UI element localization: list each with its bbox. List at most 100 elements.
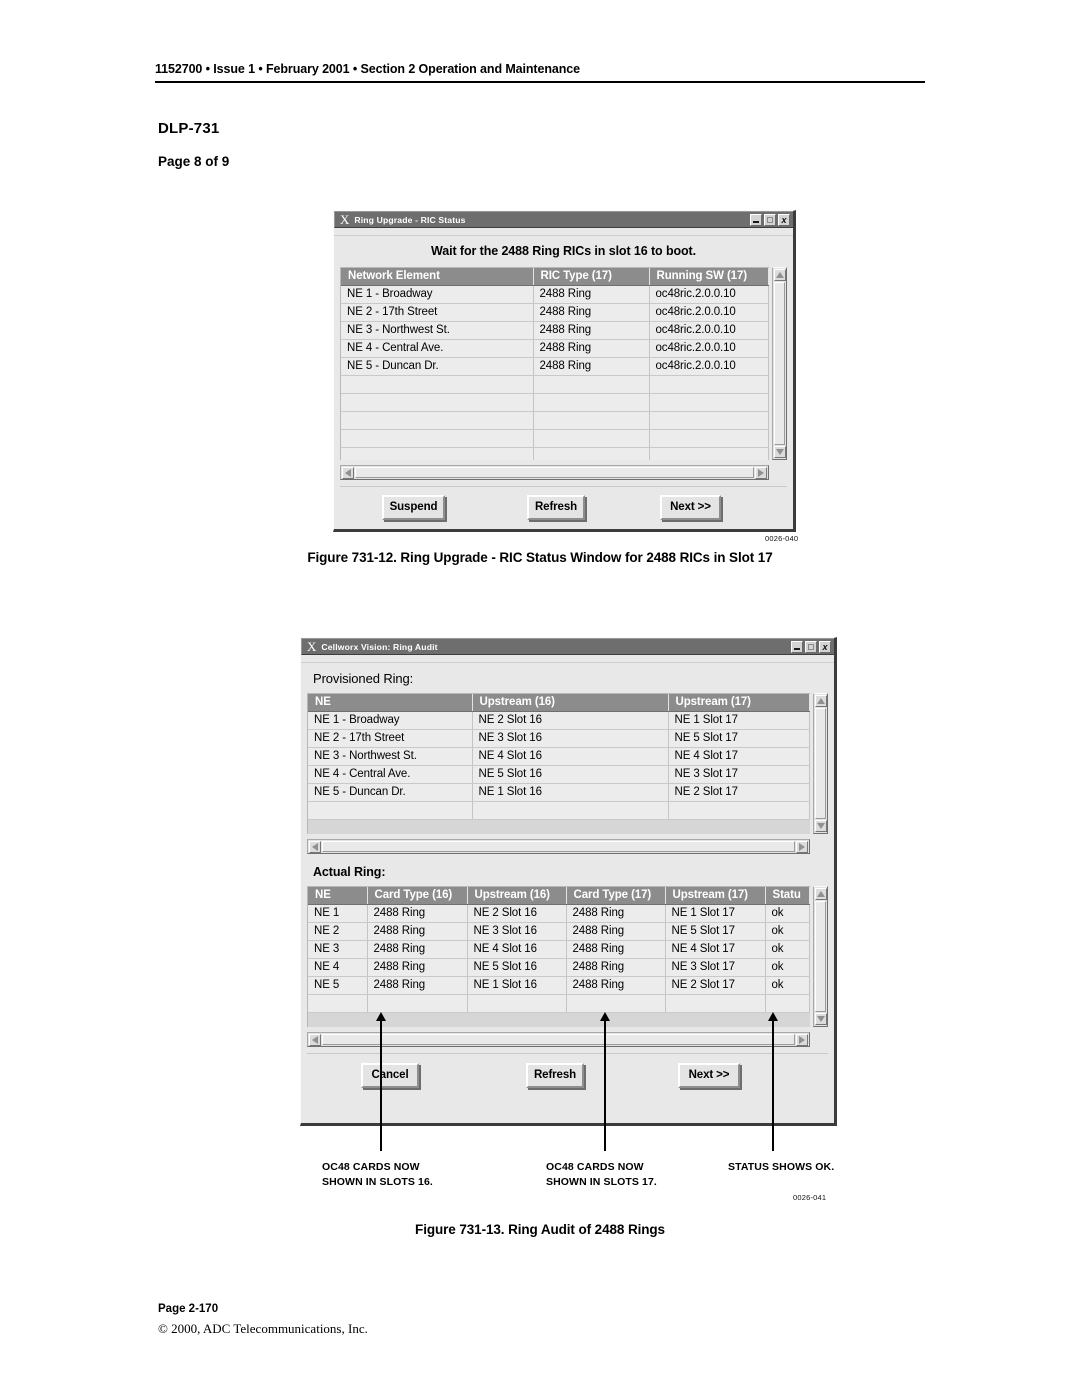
table-row[interactable]: NE 4 2488 Ring NE 5 Slot 16 2488 Ring NE 3 S… (308, 958, 810, 977)
table-row[interactable]: NE 1 2488 Ring NE 2 Slot 16 2488 Ring NE 1 S… (308, 904, 810, 923)
table-row[interactable]: NE 4 - Central Ave. NE 5 Slot 16 NE 3 Slot… (308, 765, 810, 784)
actual-ring-label: Actual Ring: (313, 865, 386, 879)
minimize-button[interactable] (791, 641, 803, 653)
window-titlebar[interactable]: X Ring Upgrade - RIC Status x (334, 211, 793, 228)
table-row[interactable]: NE 5 - Duncan Dr. NE 1 Slot 16 NE 2 Slot 1… (308, 783, 810, 802)
x-window-icon: X (340, 211, 350, 227)
minimize-button[interactable] (750, 214, 762, 226)
horizontal-scrollbar[interactable] (307, 839, 810, 854)
column-header-card-type-17[interactable]: Card Type (17) (566, 887, 666, 905)
chevron-up-icon (816, 698, 825, 704)
table-row[interactable]: NE 2 - 17th Street NE 3 Slot 16 NE 5 Slot … (308, 729, 810, 748)
table-row[interactable]: NE 5 2488 Ring NE 1 Slot 16 2488 Ring NE 2 S… (308, 976, 810, 995)
scrollbar-thumb[interactable] (355, 467, 754, 478)
scrollbar-thumb[interactable] (815, 901, 826, 1012)
table-row[interactable]: NE 1 - Broadway NE 2 Slot 16 NE 1 Slot 17 (308, 711, 810, 730)
table-row-empty[interactable] (341, 411, 769, 430)
scroll-up-button[interactable] (814, 695, 827, 707)
vertical-scrollbar[interactable] (813, 886, 828, 1027)
column-header-card-type-16[interactable]: Card Type (16) (367, 887, 468, 905)
column-header-upstream-16[interactable]: Upstream (16) (472, 694, 669, 712)
table-row-empty[interactable] (341, 375, 769, 394)
minimize-icon (794, 648, 800, 650)
suspend-button[interactable]: Suspend (382, 495, 445, 520)
refresh-button[interactable]: Refresh (526, 1063, 584, 1088)
table-row-empty[interactable] (341, 393, 769, 412)
cell-ne: NE 2 (308, 922, 368, 941)
table-row[interactable]: NE 1 - Broadway 2488 Ring oc48ric.2.0.0.10 (341, 285, 769, 304)
cell-running-sw: oc48ric.2.0.0.10 (649, 303, 769, 322)
scroll-left-button[interactable] (309, 1033, 321, 1046)
table-row-empty[interactable] (308, 801, 810, 820)
cell-status: ok (765, 940, 810, 959)
table-row-empty[interactable] (341, 447, 769, 460)
callout-line-1: STATUS SHOWS OK. (728, 1161, 835, 1173)
cell-upstream-16: NE 4 Slot 16 (472, 747, 669, 766)
column-header-ric-type[interactable]: RIC Type (17) (533, 268, 650, 286)
cell-upstream-16: NE 3 Slot 16 (472, 729, 669, 748)
cell-ne: NE 5 - Duncan Dr. (308, 783, 473, 802)
table-header-row: Network Element RIC Type (17) Running SW… (341, 268, 769, 286)
scroll-up-button[interactable] (773, 269, 786, 281)
column-header-upstream-16[interactable]: Upstream (16) (467, 887, 567, 905)
cell-card-type-17: 2488 Ring (566, 922, 666, 941)
callout-line-status (772, 1021, 774, 1151)
chevron-left-icon (345, 468, 351, 477)
vertical-scrollbar[interactable] (772, 267, 787, 460)
scroll-left-button[interactable] (342, 466, 354, 479)
column-header-ne[interactable]: NE (308, 887, 368, 905)
table-row[interactable]: NE 5 - Duncan Dr. 2488 Ring oc48ric.2.0.0.… (341, 357, 769, 376)
callout-text-slot17: OC48 CARDS NOW SHOWN IN SLOTS 17. (546, 1160, 657, 1190)
scroll-right-button[interactable] (796, 1033, 808, 1046)
next-button[interactable]: Next >> (678, 1063, 740, 1088)
table-row[interactable]: NE 3 - Northwest St. NE 4 Slot 16 NE 4 Slo… (308, 747, 810, 766)
figure-id: 0026-040 (765, 534, 799, 543)
provisioned-ring-table: NE Upstream (16) Upstream (17) NE 1 - Br… (308, 694, 810, 820)
cancel-button[interactable]: Cancel (361, 1063, 419, 1088)
table-row-empty[interactable] (341, 429, 769, 448)
scroll-down-button[interactable] (814, 820, 827, 832)
column-header-upstream-17[interactable]: Upstream (17) (665, 887, 766, 905)
table-row[interactable]: NE 2 2488 Ring NE 3 Slot 16 2488 Ring NE 5 S… (308, 922, 810, 941)
refresh-button[interactable]: Refresh (527, 495, 585, 520)
scroll-down-button[interactable] (773, 446, 786, 458)
column-header-ne[interactable]: NE (308, 694, 473, 712)
column-header-running-sw[interactable]: Running SW (17) (649, 268, 769, 286)
table-row[interactable]: NE 4 - Central Ave. 2488 Ring oc48ric.2.0.… (341, 339, 769, 358)
table-row[interactable]: NE 3 2488 Ring NE 4 Slot 16 2488 Ring NE 4 S… (308, 940, 810, 959)
chevron-right-icon (758, 468, 764, 477)
scroll-down-button[interactable] (814, 1013, 827, 1025)
table-row[interactable]: NE 3 - Northwest St. 2488 Ring oc48ric.2.0… (341, 321, 769, 340)
scrollbar-thumb[interactable] (815, 708, 826, 819)
horizontal-scrollbar[interactable] (307, 1032, 810, 1047)
cell-ric-type: 2488 Ring (533, 285, 650, 304)
cell-status: ok (765, 958, 810, 977)
scroll-left-button[interactable] (309, 840, 321, 853)
scroll-up-button[interactable] (814, 888, 827, 900)
vertical-scrollbar[interactable] (813, 693, 828, 834)
scrollbar-thumb[interactable] (322, 841, 795, 852)
column-header-status[interactable]: Statu (765, 887, 810, 905)
window-titlebar[interactable]: X Cellworx Vision: Ring Audit x (301, 638, 834, 655)
chevron-right-icon (799, 1035, 805, 1044)
scroll-right-button[interactable] (755, 466, 767, 479)
scroll-right-button[interactable] (796, 840, 808, 853)
column-header-upstream-17[interactable]: Upstream (17) (668, 694, 810, 712)
column-header-network-element[interactable]: Network Element (341, 268, 534, 286)
table-row-empty[interactable] (308, 994, 810, 1013)
maximize-button[interactable] (805, 641, 817, 653)
scrollbar-thumb[interactable] (774, 282, 785, 445)
maximize-icon (767, 217, 773, 223)
scrollbar-thumb[interactable] (322, 1034, 795, 1045)
cell-upstream-17: NE 2 Slot 17 (668, 783, 810, 802)
window-title: Ring Upgrade - RIC Status (354, 214, 466, 225)
horizontal-scrollbar[interactable] (340, 465, 769, 480)
close-button[interactable]: x (778, 214, 790, 226)
table-row[interactable]: NE 2 - 17th Street 2488 Ring oc48ric.2.0.0… (341, 303, 769, 322)
close-button[interactable]: x (819, 641, 831, 653)
cell-status: ok (765, 976, 810, 995)
next-button[interactable]: Next >> (660, 495, 721, 520)
maximize-button[interactable] (764, 214, 776, 226)
cell-network-element: NE 4 - Central Ave. (341, 339, 534, 358)
cell-ne: NE 3 - Northwest St. (308, 747, 473, 766)
